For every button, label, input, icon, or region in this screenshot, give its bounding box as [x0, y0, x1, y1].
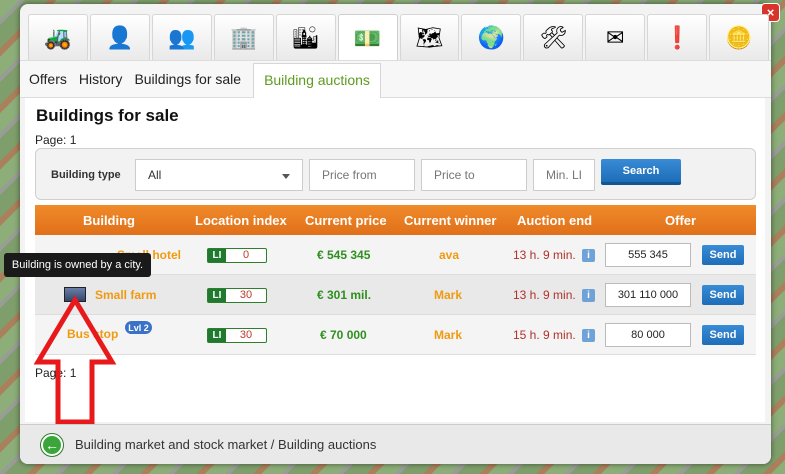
current-price: € 545 345 — [317, 248, 371, 262]
coin-icon: 🪙 — [725, 24, 753, 50]
annotation-arrow-icon — [33, 296, 117, 425]
sub-tab-bar: Offers History Buildings for sale Buildi… — [20, 60, 771, 99]
price-from-input[interactable] — [309, 159, 415, 191]
li-tag: LI — [208, 289, 226, 302]
li-value: 0 — [242, 249, 250, 261]
location-index-badge: LI 0 — [207, 248, 267, 263]
location-index-badge: LI 30 — [207, 288, 267, 303]
header-auction-end: Auction end — [517, 213, 593, 228]
back-arrow-icon[interactable]: ← — [41, 434, 63, 456]
map-key-icon: 🗺 — [415, 24, 444, 50]
level-badge: Lvl 2 — [125, 321, 152, 334]
current-price: € 70 000 — [320, 328, 367, 342]
mail-icon: ✉ — [606, 24, 625, 50]
icon-tab-map-key[interactable]: 🗺 — [399, 14, 460, 60]
offer-input[interactable]: 80 000 — [605, 323, 691, 347]
tab-history[interactable]: History — [79, 71, 123, 87]
li-value: 30 — [239, 289, 253, 301]
price-to-input[interactable] — [421, 159, 527, 191]
auction-end: 13 h. 9 min. — [513, 248, 576, 262]
send-button[interactable]: Send — [702, 245, 744, 265]
current-winner: Mark — [434, 288, 463, 302]
skyscraper-icon: 🏢 — [230, 24, 258, 50]
icon-tab-manager[interactable]: 👤 — [89, 14, 150, 60]
icon-toolbar: 🚜 👤 👥 🏢 🏙 💵 🗺 🌍 🛠 ✉ ❗ 🪙 — [20, 14, 771, 62]
send-button[interactable]: Send — [702, 285, 744, 305]
offer-input[interactable]: 301 110 000 — [605, 283, 691, 307]
header-location-index: Location index — [195, 213, 287, 228]
building-type-select[interactable]: All — [135, 159, 303, 191]
current-winner: Mark — [434, 328, 463, 342]
globe-icon: 🌍 — [477, 24, 506, 50]
auction-end: 13 h. 9 min. — [513, 288, 576, 302]
tab-offers[interactable]: Offers — [29, 71, 67, 87]
icon-tab-coin[interactable]: 🪙 — [709, 14, 770, 60]
location-index-badge: LI 30 — [207, 328, 267, 343]
offer-input[interactable]: 555 345 — [605, 243, 691, 267]
table-header: Building Location index Current price Cu… — [35, 205, 756, 235]
money-building-icon: 💵 — [353, 25, 382, 51]
min-li-input[interactable] — [533, 159, 595, 191]
search-button[interactable]: Search — [601, 159, 681, 185]
building-type-value: All — [148, 168, 162, 182]
bulldozer-icon: 🚜 — [44, 24, 72, 50]
info-icon[interactable]: i — [582, 329, 595, 342]
icon-tab-buildings[interactable]: 🏙 — [275, 14, 336, 60]
send-button[interactable]: Send — [702, 325, 744, 345]
tooltip: Building is owned by a city. — [4, 253, 151, 277]
li-tag: LI — [208, 249, 226, 262]
icon-tab-money-building[interactable]: 💵 — [337, 14, 398, 62]
icon-tab-alert[interactable]: ❗ — [647, 14, 708, 60]
table-row: Small farm LI 30 € 301 mil. Mark 13 h. 9… — [35, 275, 756, 315]
icon-tab-people[interactable]: 👥 — [151, 14, 212, 60]
alert-icon: ❗ — [663, 24, 691, 50]
icon-tab-globe[interactable]: 🌍 — [461, 14, 522, 60]
icon-tab-mail[interactable]: ✉ — [585, 14, 646, 60]
header-offer: Offer — [665, 213, 697, 228]
page-indicator-top: Page: 1 — [35, 133, 77, 147]
icon-tab-skyscraper[interactable]: 🏢 — [213, 14, 274, 60]
header-current-winner: Current winner — [404, 213, 497, 228]
people-icon: 👥 — [168, 24, 196, 50]
icon-tab-bulldozer[interactable]: 🚜 — [28, 14, 88, 60]
manager-icon: 👤 — [106, 24, 134, 50]
li-tag: LI — [208, 329, 226, 342]
tools-icon: 🛠 — [539, 24, 568, 50]
tab-building-auctions[interactable]: Building auctions — [253, 63, 381, 99]
current-price: € 301 mil. — [317, 288, 372, 302]
li-value: 30 — [239, 329, 253, 341]
table-row: Bus stop Lvl 2 LI 30 € 70 000 Mark 15 h.… — [35, 315, 756, 355]
breadcrumb[interactable]: Building market and stock market / Build… — [75, 437, 376, 452]
info-icon[interactable]: i — [582, 289, 595, 302]
tab-buildings-for-sale[interactable]: Buildings for sale — [134, 71, 241, 87]
chevron-down-icon — [282, 174, 290, 179]
info-icon[interactable]: i — [582, 249, 595, 262]
auction-end: 15 h. 9 min. — [513, 328, 576, 342]
building-type-label: Building type — [51, 169, 121, 181]
page-title: Buildings for sale — [36, 106, 179, 125]
current-winner: ava — [439, 248, 460, 262]
buildings-icon: 🏙 — [291, 24, 320, 50]
icon-tab-tools[interactable]: 🛠 — [523, 14, 584, 60]
header-building: Building — [83, 213, 135, 228]
header-current-price: Current price — [305, 213, 387, 228]
